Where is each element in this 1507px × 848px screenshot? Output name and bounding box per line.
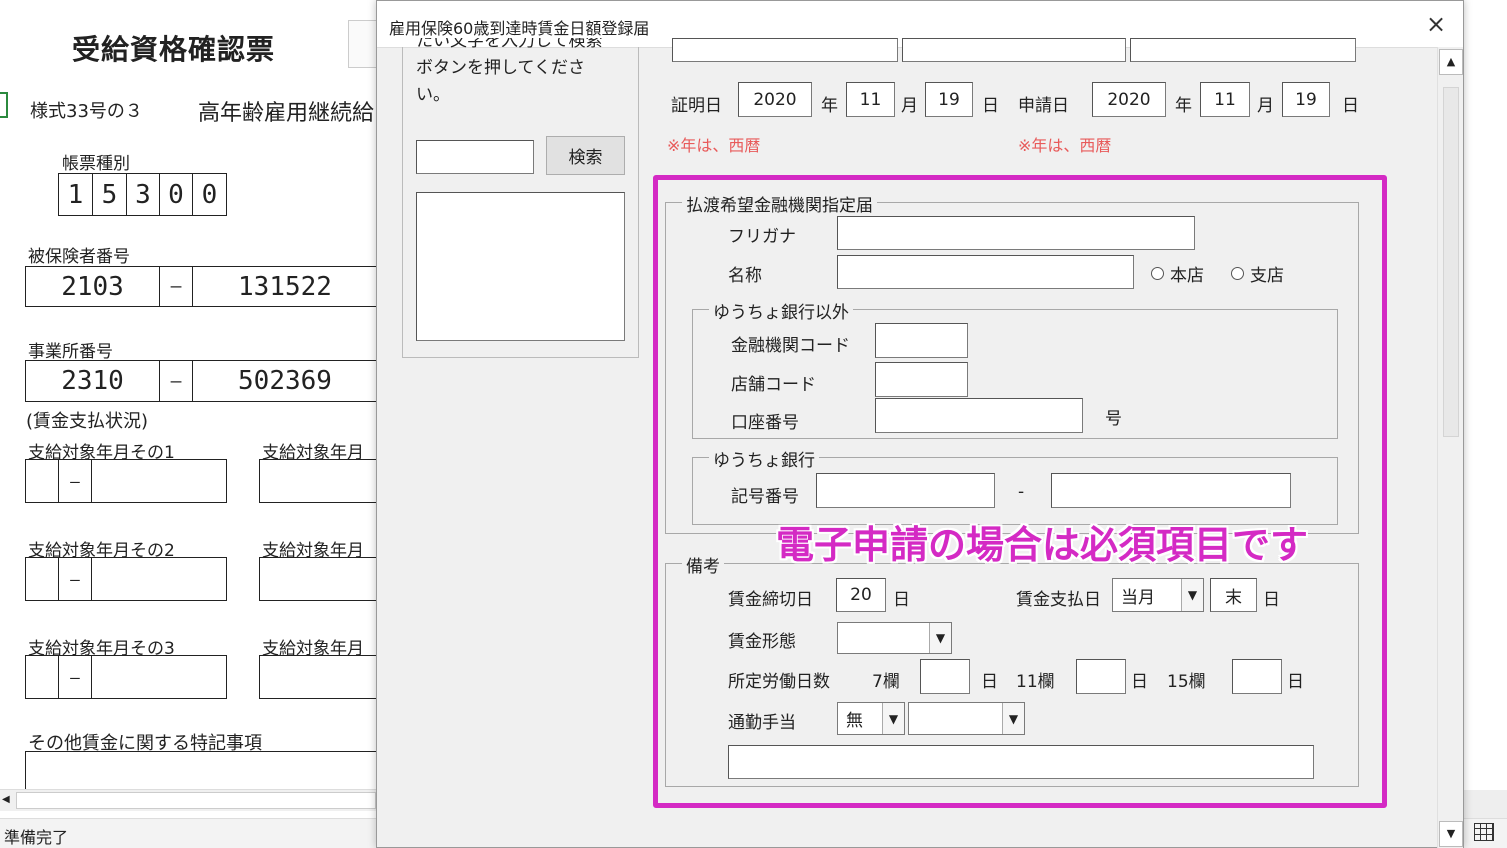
insured-number-part1[interactable]: 2103 [26,267,160,306]
cert-year-note: ※年は、西暦 [667,136,761,155]
partial-field-3[interactable] [1130,38,1356,62]
day-unit: 日 [982,96,999,116]
cert-year-input[interactable]: 2020 [738,82,812,117]
apply-day-input[interactable]: 19 [1282,82,1330,117]
pay-month-cell[interactable] [26,656,59,698]
pay-month-cell[interactable] [92,656,226,698]
pay-month-cell[interactable] [26,460,59,502]
office-number-dash: ― [160,361,193,401]
scroll-thumb[interactable] [1443,87,1459,437]
form-name: 高年齢雇用継続給 [198,101,375,126]
form-type-digit[interactable]: 5 [93,174,127,215]
insured-number-dash: ― [160,267,193,306]
pay-month-dash: ― [59,656,92,698]
cert-day-input[interactable]: 19 [925,82,973,117]
normal-view-grid-icon[interactable] [1474,823,1494,841]
form-type-digit[interactable]: 3 [127,174,160,215]
selected-cell-marker [0,92,8,118]
pay-month-2-cells: ― [25,557,227,601]
pay-month-3-cells: ― [25,655,227,699]
form-type-digit[interactable]: 1 [59,174,93,215]
day-unit: 日 [1342,96,1359,116]
pay-month-right-2-cell[interactable] [259,557,379,601]
cert-month-input[interactable]: 11 [846,82,895,117]
close-icon[interactable]: × [1421,9,1451,39]
horizontal-scrollbar[interactable]: ◀ [0,789,378,811]
scroll-down-icon[interactable]: ▼ [1439,821,1463,847]
scroll-up-icon[interactable]: ▲ [1439,49,1463,75]
form-type-cells: 1 5 3 0 0 [58,173,227,216]
sheet-scroll-corner [1464,790,1507,818]
sheet-tab-edge [348,20,378,68]
cert-date-label: 証明日 [671,96,722,116]
insured-number-cells: 2103 ― 131522 [25,266,377,307]
scroll-track[interactable] [16,792,376,809]
search-input[interactable] [416,140,534,174]
search-results-list[interactable] [416,192,625,341]
form-number: 様式33号の３ [30,101,143,122]
pay-month-right-1-cell[interactable] [259,459,379,503]
pay-month-dash: ― [59,460,92,502]
office-number-part2[interactable]: 502369 [193,361,377,401]
dialog-title: 雇用保険60歳到達時賃金日額登録届 [389,19,650,38]
wage-status-heading: (賃金支払状況) [26,411,149,432]
office-number-part1[interactable]: 2310 [26,361,160,401]
pay-month-cell[interactable] [26,558,59,600]
form-type-digit[interactable]: 0 [160,174,193,215]
status-text: 準備完了 [4,828,69,847]
office-number-label: 事業所番号 [28,342,113,362]
apply-year-input[interactable]: 2020 [1092,82,1166,117]
month-unit: 月 [1257,96,1274,116]
search-hint: たい文字を入力して検索ボタンを押してください。 [416,38,603,105]
partial-field-1[interactable] [672,38,898,62]
year-unit: 年 [1175,96,1192,116]
pay-month-cell[interactable] [92,558,226,600]
dialog-vertical-scrollbar[interactable]: ▲ ▼ [1437,47,1463,848]
month-unit: 月 [901,96,918,116]
apply-date-label: 申請日 [1018,96,1069,116]
year-unit: 年 [821,96,838,116]
pay-month-right-3-cell[interactable] [259,655,379,699]
pay-month-cell[interactable] [92,460,226,502]
sheet-title: 受給資格確認票 [72,33,276,66]
special-notes-cell[interactable] [25,751,385,789]
insured-number-label: 被保険者番号 [28,247,130,267]
required-callout: 電子申請の場合は必須項目です [776,523,1309,567]
pay-month-dash: ― [59,558,92,600]
office-number-cells: 2310 ― 502369 [25,360,377,402]
search-button[interactable]: 検索 [546,136,625,175]
scroll-left-icon[interactable]: ◀ [2,794,10,805]
apply-month-input[interactable]: 11 [1200,82,1250,117]
form-type-digit[interactable]: 0 [193,174,226,215]
form-type-label: 帳票種別 [62,154,130,174]
partial-field-2[interactable] [902,38,1126,62]
insured-number-part2[interactable]: 131522 [193,267,377,306]
pay-month-1-cells: ― [25,459,227,503]
required-fields-highlight [653,175,1387,808]
apply-year-note: ※年は、西暦 [1018,136,1112,155]
